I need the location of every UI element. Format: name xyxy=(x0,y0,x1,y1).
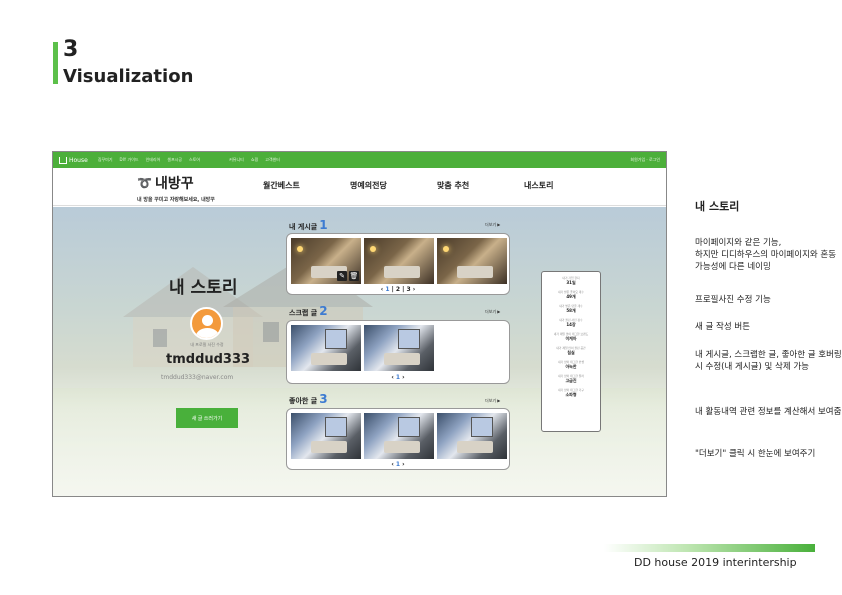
main-navbar: ➰ 내방꾸 내 방을 꾸미고 자랑해보세요, 내방꾸 월간베스트 명예의전당 맞… xyxy=(53,168,666,206)
pager-page[interactable]: 3 xyxy=(406,286,410,293)
write-post-button[interactable]: 새 글 쓰러가기 xyxy=(176,408,238,428)
brand-logo[interactable]: ➰ 내방꾸 내 방을 꾸미고 자랑해보세요, 내방꾸 xyxy=(137,173,215,203)
scraps-card: 🗑 ‹ 1 › xyxy=(286,320,510,384)
top-bar: House 집꾸미기 DIY 가이드 인테리어 셀프시공 스토어 커뮤니티 쇼핑… xyxy=(53,152,666,168)
stat-value: 49개 xyxy=(566,294,576,299)
stat-item: 내가 올린 사진 장수 14장 xyxy=(542,318,600,328)
footer-text: DD house 2019 interintership xyxy=(634,556,797,569)
post-thumbnail[interactable] xyxy=(291,413,361,459)
section-count: 3 xyxy=(319,392,328,406)
pagination: ‹ 1 › xyxy=(287,374,509,381)
description-text: 프로필사진 수정 기능 xyxy=(695,295,771,305)
stat-value: 31일 xyxy=(566,280,576,285)
topbar-link[interactable]: DIY 가이드 xyxy=(120,157,139,163)
pager-next[interactable]: › xyxy=(402,374,404,381)
description-text: 마이페이지와 같은 기능, 하지만 디디하우스의 마이페이지와 혼동 가능성에 … xyxy=(695,238,837,272)
pager-page[interactable]: 1 xyxy=(396,461,400,468)
screenshot-frame: House 집꾸미기 DIY 가이드 인테리어 셀프시공 스토어 커뮤니티 쇼핑… xyxy=(52,151,667,497)
liked-card: ‹ 1 › xyxy=(286,408,510,470)
stat-value: 고급진 xyxy=(565,378,577,383)
post-thumbnail[interactable] xyxy=(364,238,434,284)
stat-value: 14장 xyxy=(566,322,576,327)
section-count: 1 xyxy=(319,218,328,232)
pager-page[interactable]: 2 xyxy=(396,286,400,293)
topbar-logo-text: House xyxy=(69,156,88,164)
topbar-link[interactable]: 셀프시공 xyxy=(167,157,182,163)
avatar[interactable] xyxy=(190,307,223,340)
stat-value: 소파형 xyxy=(565,392,577,397)
auth-links[interactable]: 회원가입 · 로그인 xyxy=(630,157,660,163)
more-link[interactable]: 더보기 ▶ xyxy=(485,222,500,228)
description-text: 새 글 작성 버튼 xyxy=(695,322,751,332)
brand-name: 내방꾸 xyxy=(154,176,194,192)
stat-item: 내가 많이 태그한 컬러 고급진 xyxy=(542,374,600,384)
topbar-link[interactable]: 집꾸미기 xyxy=(98,157,113,163)
topbar-logo[interactable]: House xyxy=(59,156,88,164)
stat-value: 아늑한 xyxy=(565,364,577,369)
post-thumbnail[interactable] xyxy=(291,325,361,371)
section-title-my-posts: 내 게시글 1 xyxy=(289,218,328,232)
stat-item: 내가 받은 좋아요 개수 49개 xyxy=(542,290,600,300)
stat-value: 58개 xyxy=(566,308,576,313)
user-icon xyxy=(202,315,213,326)
topbar-link[interactable]: 스토어 xyxy=(189,157,200,163)
pager-next[interactable]: › xyxy=(402,461,404,468)
more-link[interactable]: 더보기 ▶ xyxy=(485,398,500,404)
nav-item-my-story[interactable]: 내스토리 xyxy=(524,180,611,191)
stat-item: 내가 많이 태그한 가구 소파형 xyxy=(542,388,600,398)
activity-stats-panel: 내가 가입 한지 31일 내가 받은 좋아요 개수 49개 내가 받은 댓글 개수 5… xyxy=(541,271,601,432)
brand-swirl-icon: ➰ xyxy=(137,176,152,190)
stat-item: 내가 많이 태그한 컨셉 아늑한 xyxy=(542,360,600,370)
my-posts-card: ✎ 🗑 ‹ 1 | 2 | 3 › xyxy=(286,233,510,295)
footer-gradient-bar xyxy=(604,544,815,552)
trash-icon[interactable]: 🗑 xyxy=(349,271,359,281)
section-label: 좋아한 글 xyxy=(289,397,318,405)
description-text: 내 게시글, 스크랩한 글, 좋아한 글 호버링시 수정(내 게시글) 및 삭제… xyxy=(695,350,842,372)
pagination: ‹ 1 › xyxy=(287,461,509,468)
house-icon xyxy=(59,156,67,164)
nav-item-monthly-best[interactable]: 월간베스트 xyxy=(263,180,350,191)
stat-item: 내가 제일 많이 올린 공간 침실 xyxy=(542,346,600,356)
stat-item: 내가 가입 한지 31일 xyxy=(542,276,600,286)
edit-icon[interactable]: ✎ xyxy=(337,271,347,281)
post-thumbnail[interactable] xyxy=(364,413,434,459)
stat-value: 침실 xyxy=(567,350,575,355)
stat-item: 내가 받은 댓글 개수 58개 xyxy=(542,304,600,314)
pager-page[interactable]: 1 xyxy=(385,286,389,293)
user-email: tmddud333@naver.com xyxy=(161,374,234,381)
post-thumbnail[interactable]: 🗑 xyxy=(364,325,434,371)
topbar-link[interactable]: 고객센터 xyxy=(265,157,280,163)
nav-item-recommend[interactable]: 맞춤 추천 xyxy=(437,180,524,191)
page-title: 내 스토리 xyxy=(169,278,238,298)
slide-accent-bar xyxy=(53,42,58,84)
section-label: 스크랩 글 xyxy=(289,309,318,317)
description-title: 내 스토리 xyxy=(695,200,740,213)
section-label: 내 게시글 xyxy=(289,223,318,231)
pager-next[interactable]: › xyxy=(413,286,415,293)
topbar-link[interactable]: 커뮤니티 xyxy=(229,157,244,163)
section-title-liked: 좋아한 글3 xyxy=(289,392,328,406)
section-title-scraps: 스크랩 글2 xyxy=(289,304,328,318)
nav-item-hall-of-fame[interactable]: 명예의전당 xyxy=(350,180,437,191)
slide-title: Visualization xyxy=(63,66,194,87)
more-link[interactable]: 더보기 ▶ xyxy=(485,309,500,315)
pagination: ‹ 1 | 2 | 3 › xyxy=(380,286,416,293)
section-count: 2 xyxy=(319,304,328,318)
topbar-link[interactable]: 쇼핑 xyxy=(251,157,258,163)
brand-tagline: 내 방을 꾸미고 자랑해보세요, 내방꾸 xyxy=(137,197,215,203)
post-thumbnail[interactable]: ✎ 🗑 xyxy=(291,238,361,284)
username: tmddud333 xyxy=(166,352,251,367)
post-thumbnail[interactable] xyxy=(437,238,507,284)
post-thumbnail[interactable] xyxy=(437,413,507,459)
description-text: 내 활동내역 관련 정보를 계산해서 보여줌 xyxy=(695,407,842,417)
stat-value: 이케아 xyxy=(565,336,577,341)
stat-item: 내가 제일 많이 태그한 브랜드 이케아 xyxy=(542,332,600,342)
avatar-edit-caption[interactable]: 내 프로필 사진 수정 xyxy=(177,342,237,348)
description-text: "더보기" 클릭 시 한눈에 보여주기 xyxy=(695,449,816,459)
topbar-link[interactable]: 인테리어 xyxy=(146,157,161,163)
nav-links: 월간베스트 명예의전당 맞춤 추천 내스토리 xyxy=(263,180,611,191)
slide-number: 3 xyxy=(63,37,79,62)
pager-page[interactable]: 1 xyxy=(396,374,400,381)
